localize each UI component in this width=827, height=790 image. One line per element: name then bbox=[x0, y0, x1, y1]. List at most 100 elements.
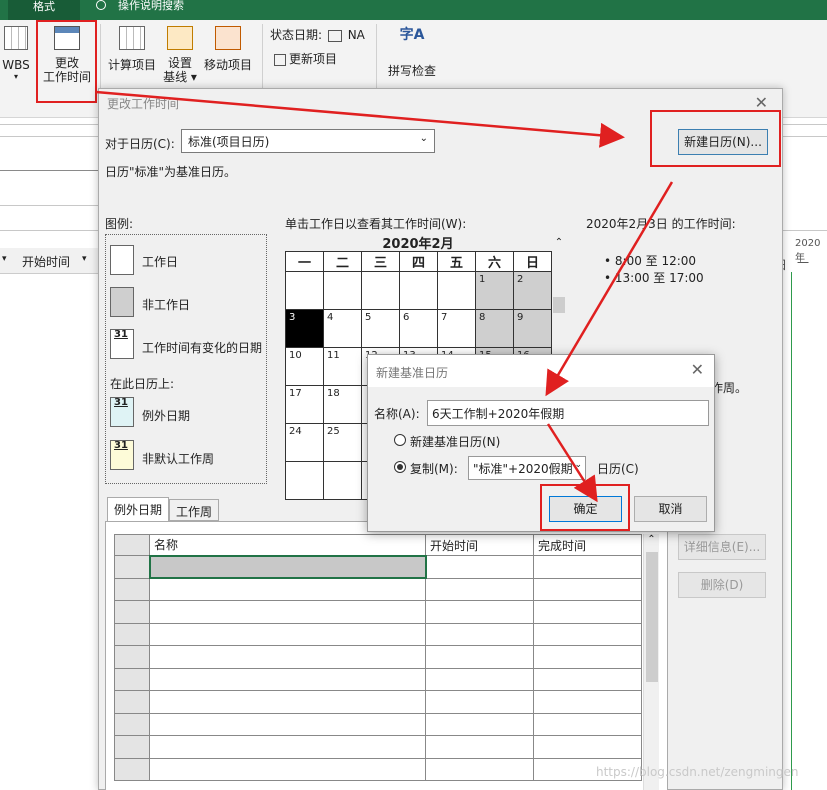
table-row[interactable] bbox=[114, 645, 642, 669]
calendar-select[interactable]: 标准(项目日历) ⌄ bbox=[181, 129, 435, 153]
table-cell[interactable] bbox=[425, 735, 534, 759]
table-scrollbar[interactable]: ⌃ bbox=[643, 534, 659, 790]
calendar-day[interactable] bbox=[323, 271, 362, 310]
calendar-day[interactable]: 1 bbox=[475, 271, 514, 310]
status-date[interactable]: 状态日期: NA bbox=[270, 26, 365, 43]
chevron-up-icon[interactable]: ⌃ bbox=[551, 237, 567, 248]
table-cell[interactable] bbox=[533, 555, 642, 579]
details-button[interactable]: 详细信息(E)... bbox=[678, 534, 766, 560]
calendar-day[interactable]: 7 bbox=[437, 309, 476, 348]
table-row[interactable] bbox=[114, 577, 642, 601]
copy-calendar-select[interactable]: "标准"+2020假期 ⌄ bbox=[468, 456, 586, 480]
row-header[interactable] bbox=[114, 645, 150, 669]
table-cell[interactable] bbox=[425, 667, 534, 691]
chevron-up-icon[interactable]: ⌃ bbox=[644, 534, 659, 545]
delete-button[interactable]: 删除(D) bbox=[678, 572, 766, 598]
set-baseline-button[interactable]: 设置 基线 ▾ bbox=[160, 26, 200, 84]
col-name[interactable]: 名称 bbox=[149, 534, 426, 556]
table-row[interactable] bbox=[114, 757, 642, 781]
table-row[interactable] bbox=[114, 600, 642, 624]
col-start[interactable]: 开始时间 bbox=[425, 534, 534, 556]
calendar-day[interactable] bbox=[361, 271, 400, 310]
calendar-day[interactable] bbox=[437, 271, 476, 310]
calendar-day[interactable] bbox=[323, 461, 362, 500]
tell-me-search[interactable]: 操作说明搜索 bbox=[96, 0, 184, 20]
spelling-button[interactable]: 字A 拼写检查 bbox=[384, 24, 440, 79]
calendar-day[interactable]: 18 bbox=[323, 385, 362, 424]
calendar-day[interactable]: 4 bbox=[323, 309, 362, 348]
start-time-column[interactable]: 开始时间 bbox=[22, 253, 70, 270]
table-cell[interactable] bbox=[425, 645, 534, 669]
table-cell[interactable] bbox=[533, 690, 642, 714]
table-cell[interactable] bbox=[149, 622, 426, 646]
table-cell[interactable] bbox=[533, 667, 642, 691]
calendar-day[interactable] bbox=[399, 271, 438, 310]
calendar-day[interactable]: 9 bbox=[513, 309, 552, 348]
table-cell[interactable] bbox=[149, 690, 426, 714]
table-row[interactable] bbox=[114, 712, 642, 736]
table-cell[interactable] bbox=[425, 690, 534, 714]
update-project-button[interactable]: 更新项目 bbox=[274, 50, 337, 67]
table-row[interactable] bbox=[114, 622, 642, 646]
wbs-button[interactable]: WBS ▾ bbox=[0, 26, 32, 81]
row-header[interactable] bbox=[114, 690, 150, 714]
row-header[interactable] bbox=[114, 600, 150, 624]
table-cell[interactable] bbox=[149, 577, 426, 601]
table-cell[interactable] bbox=[149, 757, 426, 781]
table-cell[interactable] bbox=[533, 645, 642, 669]
column-dropdown-icon[interactable]: ▾ bbox=[2, 254, 7, 264]
calendar-day[interactable] bbox=[285, 461, 324, 500]
col-finish[interactable]: 完成时间 bbox=[533, 534, 642, 556]
table-cell[interactable] bbox=[149, 735, 426, 759]
move-project-button[interactable]: 移动项目 bbox=[200, 26, 256, 73]
calendar-day[interactable] bbox=[285, 271, 324, 310]
tab-exceptions[interactable]: 例外日期 bbox=[107, 497, 170, 521]
table-cell[interactable] bbox=[425, 577, 534, 601]
new-base-calendar-label[interactable]: 新建基准日历(N) bbox=[410, 433, 500, 450]
calendar-day[interactable]: 6 bbox=[399, 309, 438, 348]
table-cell[interactable] bbox=[533, 622, 642, 646]
row-header[interactable] bbox=[114, 622, 150, 646]
calendar-name-input[interactable]: 6天工作制+2020年假期 bbox=[427, 400, 709, 426]
table-cell[interactable] bbox=[425, 600, 534, 624]
table-cell[interactable] bbox=[425, 555, 534, 579]
table-cell[interactable] bbox=[149, 712, 426, 736]
table-cell[interactable] bbox=[533, 735, 642, 759]
calculate-project-button[interactable]: 计算项目 bbox=[104, 26, 160, 73]
calendar-day[interactable]: 5 bbox=[361, 309, 400, 348]
row-header[interactable] bbox=[114, 667, 150, 691]
table-row[interactable] bbox=[114, 690, 642, 714]
calendar-day[interactable]: 3 bbox=[285, 309, 324, 348]
copy-radio[interactable] bbox=[394, 461, 406, 473]
calendar-day[interactable]: 11 bbox=[323, 347, 362, 386]
table-cell[interactable] bbox=[149, 645, 426, 669]
cancel-button[interactable]: 取消 bbox=[634, 496, 707, 522]
row-header[interactable] bbox=[114, 757, 150, 781]
table-cell[interactable] bbox=[425, 712, 534, 736]
table-cell[interactable] bbox=[533, 600, 642, 624]
row-header[interactable] bbox=[114, 712, 150, 736]
row-header[interactable] bbox=[114, 577, 150, 601]
calendar-day[interactable]: 24 bbox=[285, 423, 324, 462]
calendar-day[interactable]: 10 bbox=[285, 347, 324, 386]
tab-format[interactable]: 格式 bbox=[8, 0, 80, 20]
tab-workweek[interactable]: 工作周 bbox=[169, 499, 220, 521]
calendar-day[interactable]: 2 bbox=[513, 271, 552, 310]
copy-label[interactable]: 复制(M): bbox=[410, 460, 458, 477]
calendar-day[interactable]: 8 bbox=[475, 309, 514, 348]
close-icon[interactable]: ✕ bbox=[691, 360, 704, 379]
table-cell[interactable] bbox=[533, 712, 642, 736]
table-cell[interactable] bbox=[425, 622, 534, 646]
calendar-scroll-thumb[interactable] bbox=[553, 297, 565, 313]
table-scroll-thumb[interactable] bbox=[646, 552, 658, 682]
column-dropdown-icon[interactable]: ▾ bbox=[82, 254, 87, 264]
table-row[interactable] bbox=[114, 554, 642, 579]
calendar-day[interactable]: 17 bbox=[285, 385, 324, 424]
table-cell[interactable] bbox=[533, 577, 642, 601]
table-row[interactable] bbox=[114, 735, 642, 759]
row-header[interactable] bbox=[114, 555, 150, 579]
table-cell[interactable] bbox=[148, 554, 427, 579]
calendar-day[interactable]: 25 bbox=[323, 423, 362, 462]
table-cell[interactable] bbox=[149, 600, 426, 624]
table-cell[interactable] bbox=[425, 757, 534, 781]
